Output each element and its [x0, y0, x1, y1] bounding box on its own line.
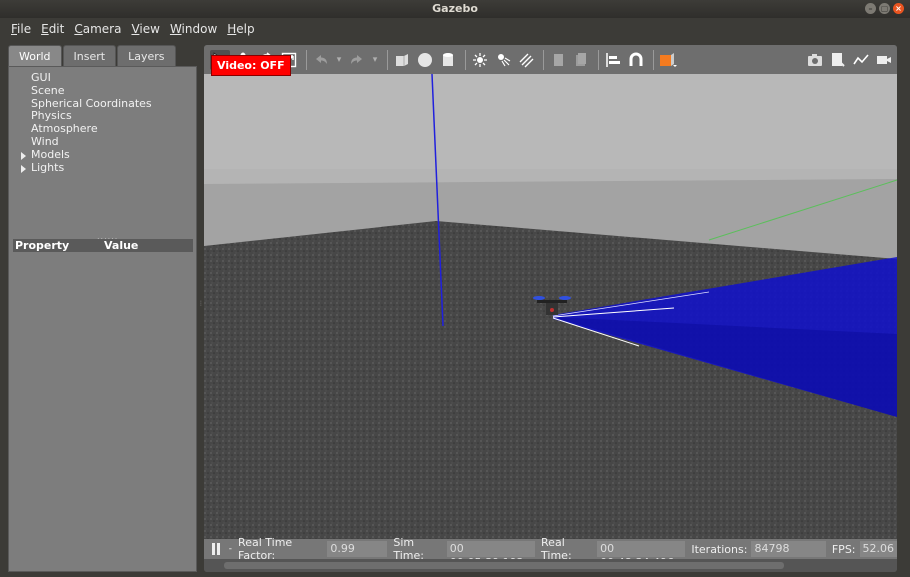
property-table-header: Property Value: [13, 239, 193, 252]
box-icon[interactable]: [392, 50, 412, 70]
tab-layers[interactable]: Layers: [117, 45, 176, 66]
left-panel-resize-handle[interactable]: ⋮: [198, 300, 204, 318]
cylinder-icon[interactable]: [438, 50, 458, 70]
real-time-value: 00 00:48:34.496: [597, 541, 686, 569]
close-button[interactable]: ×: [893, 3, 904, 14]
step-button[interactable]: -: [229, 544, 232, 554]
value-column-header: Value: [104, 239, 139, 252]
tree-item-lights[interactable]: Lights: [9, 161, 196, 175]
world-tree-panel: GUI Scene Spherical Coordinates Physics …: [8, 66, 197, 572]
copy-icon[interactable]: [548, 50, 568, 70]
scrollbar-thumb[interactable]: [224, 562, 784, 569]
horizontal-scrollbar[interactable]: [204, 559, 897, 572]
undo-dropdown-icon[interactable]: ▾: [334, 50, 344, 70]
redo-icon[interactable]: [347, 50, 367, 70]
tree-item-scene[interactable]: Scene: [9, 84, 196, 98]
video-record-icon[interactable]: [874, 50, 894, 70]
world-tree: GUI Scene Spherical Coordinates Physics …: [9, 67, 196, 174]
simulation-status-bar: - Real Time Factor: 0.99 Sim Time: 00 00…: [204, 536, 897, 569]
sphere-icon[interactable]: [415, 50, 435, 70]
menu-view[interactable]: View: [131, 22, 159, 36]
window-title: Gazebo: [432, 2, 478, 15]
log-icon[interactable]: [828, 50, 848, 70]
menu-window[interactable]: Window: [170, 22, 217, 36]
3d-scene-view[interactable]: [204, 74, 897, 539]
fps-value: 52.06: [859, 541, 897, 557]
video-record-toggle[interactable]: Video: OFF: [211, 55, 291, 76]
tree-item-wind[interactable]: Wind: [9, 135, 196, 149]
snap-icon[interactable]: [626, 50, 646, 70]
viewport: ▾ ▾ Video: OFF - Real Time Factor: 0.99 …: [204, 45, 897, 572]
plot-icon[interactable]: [851, 50, 871, 70]
iterations-label: Iterations:: [691, 542, 748, 556]
tab-insert[interactable]: Insert: [62, 45, 117, 66]
tree-item-models[interactable]: Models: [9, 148, 196, 162]
redo-dropdown-icon[interactable]: ▾: [370, 50, 380, 70]
window-titlebar: Gazebo – ▢ ×: [0, 0, 910, 18]
menu-edit[interactable]: Edit: [41, 22, 64, 36]
fps-label: FPS:: [831, 542, 856, 556]
pause-icon[interactable]: [212, 543, 223, 555]
menu-camera[interactable]: Camera: [74, 22, 121, 36]
tree-item-gui[interactable]: GUI: [9, 71, 196, 85]
menu-file[interactable]: File: [11, 22, 31, 36]
property-column-header: Property: [15, 239, 70, 252]
align-icon[interactable]: [603, 50, 623, 70]
rtf-value: 0.99: [327, 541, 388, 557]
minimize-button[interactable]: –: [865, 3, 876, 14]
tab-world[interactable]: World: [8, 45, 62, 66]
spot-light-icon[interactable]: [493, 50, 513, 70]
maximize-button[interactable]: ▢: [879, 3, 890, 14]
undo-icon[interactable]: [311, 50, 331, 70]
paste-icon[interactable]: [571, 50, 591, 70]
screenshot-icon[interactable]: [805, 50, 825, 70]
sim-time-value: 00 00:05:39.192: [446, 541, 536, 569]
directional-light-icon[interactable]: [516, 50, 536, 70]
menu-help[interactable]: Help: [227, 22, 254, 36]
menu-bar: File Edit Camera View Window Help: [0, 18, 910, 40]
toolbar: ▾ ▾: [204, 45, 897, 74]
view-angle-icon[interactable]: [658, 50, 678, 70]
point-light-icon[interactable]: [470, 50, 490, 70]
iterations-value: 84798: [751, 541, 826, 557]
left-panel: World Insert Layers GUI Scene Spherical …: [8, 45, 197, 572]
